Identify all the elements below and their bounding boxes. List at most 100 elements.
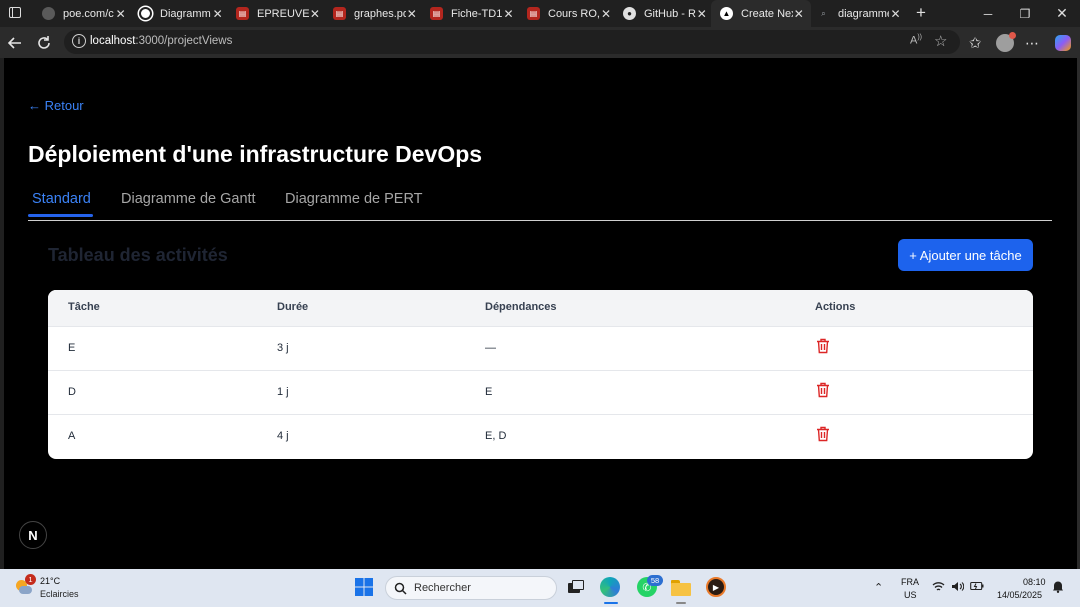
clock-time[interactable]: 08:10 — [1023, 577, 1046, 587]
dependencies-cell: E — [485, 386, 493, 398]
volume-icon[interactable] — [951, 581, 965, 595]
tab-title: poe.com/ch — [63, 7, 115, 20]
tab-title: EPREUVES — [257, 7, 309, 20]
nextjs-dev-badge[interactable]: N — [19, 521, 47, 549]
browser-tab[interactable]: ▤ Cours RO, p ✕ — [518, 2, 618, 25]
view-tabs: Standard Diagramme de Gantt Diagramme de… — [28, 178, 1052, 221]
tab-title: Cours RO, p — [548, 7, 600, 20]
add-task-button[interactable]: + Ajouter une tâche — [898, 239, 1033, 271]
browser-tab[interactable]: ▤ graphes.pdf ✕ — [324, 2, 424, 25]
site-info-icon[interactable]: i — [72, 34, 86, 48]
tab-close-icon[interactable]: ✕ — [793, 7, 805, 21]
activities-table: Tâche Durée Dépendances Actions E 3 j — … — [48, 290, 1033, 459]
tab-close-icon[interactable]: ✕ — [211, 7, 224, 21]
search-placeholder: Rechercher — [414, 582, 471, 594]
whatsapp-badge: 58 — [647, 575, 663, 586]
keyboard-layout[interactable]: US — [904, 590, 917, 600]
back-icon[interactable] — [4, 32, 26, 54]
clock-date[interactable]: 14/05/2025 — [997, 590, 1042, 600]
tab-title: Create Next — [741, 7, 793, 20]
browser-tab[interactable]: poe.com/ch ✕ — [33, 2, 133, 25]
browser-tab[interactable]: ▤ EPREUVES ✕ — [227, 2, 327, 25]
table-row: E 3 j — — [48, 326, 1033, 371]
refresh-icon[interactable] — [33, 32, 55, 54]
url-text[interactable]: localhost:3000/projectViews — [90, 35, 232, 47]
language-indicator[interactable]: FRA — [901, 577, 919, 587]
windows-taskbar: 1 21°C Eclaircies Rechercher ✆ ▶ ⌃ FRA U… — [0, 569, 1080, 607]
weather-badge: 1 — [25, 574, 36, 585]
tab-close-icon[interactable]: ✕ — [600, 7, 612, 21]
copilot-icon[interactable] — [1052, 32, 1074, 54]
battery-icon[interactable] — [970, 581, 984, 594]
search-icon — [394, 582, 407, 595]
task-cell: D — [68, 386, 76, 398]
start-windows-icon[interactable] — [354, 577, 376, 599]
tab-close-icon[interactable]: ✕ — [502, 7, 515, 21]
tab-pert[interactable]: Diagramme de PERT — [285, 191, 423, 207]
favorites-icon[interactable]: ✩ — [964, 32, 986, 54]
tab-actions-icon[interactable] — [9, 7, 21, 18]
task-cell: E — [68, 342, 76, 354]
delete-trash-icon[interactable] — [816, 382, 830, 398]
tab-close-icon[interactable]: ✕ — [406, 7, 418, 21]
active-tab-indicator — [28, 214, 93, 217]
wifi-icon[interactable] — [932, 581, 945, 595]
tab-close-icon[interactable]: ✕ — [114, 7, 127, 21]
tab-close-icon[interactable]: ✕ — [889, 7, 902, 21]
tab-title: GitHub - Re — [644, 7, 696, 20]
browser-tab-strip: poe.com/ch ✕ Diagramme ✕ ▤ EPREUVES ✕ ▤ … — [0, 0, 1080, 27]
file-explorer-icon[interactable] — [671, 577, 693, 604]
pdf-favicon-icon: ▤ — [527, 7, 540, 20]
duration-cell: 1 j — [277, 386, 289, 398]
taskbar-search[interactable]: Rechercher — [385, 576, 557, 600]
table-row: A 4 j E, D — [48, 414, 1033, 458]
more-menu-icon[interactable]: ⋯ — [1021, 32, 1043, 54]
next-favicon-icon: ▲ — [720, 7, 733, 20]
weather-condition: Eclaircies — [40, 589, 79, 599]
column-header-actions: Actions — [815, 301, 856, 313]
task-cell: A — [68, 430, 76, 442]
tab-gantt[interactable]: Diagramme de Gantt — [121, 191, 256, 207]
browser-tab[interactable]: Diagramme ✕ — [130, 2, 230, 25]
tab-favicon-icon — [139, 7, 152, 20]
tab-title: Diagramme — [160, 7, 212, 20]
pdf-favicon-icon: ▤ — [430, 7, 443, 20]
browser-toolbar: i localhost:3000/projectViews A)) ☆ ✩ ⋯ — [0, 27, 1080, 58]
browser-tab[interactable]: ▤ Fiche-TD1- ✕ — [421, 2, 521, 25]
minimize-button[interactable]: ─ — [970, 0, 1006, 27]
back-link[interactable]: ← Retour — [28, 98, 84, 113]
section-title: Tableau des activités — [48, 245, 228, 265]
table-header: Tâche Durée Dépendances Actions — [48, 290, 1033, 327]
tab-title: Fiche-TD1- — [451, 7, 503, 20]
profile-avatar-icon[interactable] — [994, 32, 1016, 54]
task-view-icon[interactable] — [565, 577, 587, 599]
read-aloud-icon[interactable]: A)) — [910, 34, 922, 47]
github-favicon-icon: ● — [623, 7, 636, 20]
page-title: Déploiement d'une infrastructure DevOps — [28, 141, 483, 167]
duration-cell: 3 j — [277, 342, 289, 354]
close-window-button[interactable]: ✕ — [1044, 0, 1080, 27]
browser-tab[interactable]: ● GitHub - Re ✕ — [614, 2, 714, 25]
tab-close-icon[interactable]: ✕ — [696, 7, 708, 21]
pdf-favicon-icon: ▤ — [236, 7, 249, 20]
show-hidden-icons[interactable]: ⌃ — [874, 581, 883, 594]
delete-trash-icon[interactable] — [816, 426, 830, 442]
browser-tab-active[interactable]: ▲ Create Next ✕ — [711, 0, 811, 27]
media-player-icon[interactable]: ▶ — [706, 577, 728, 599]
new-tab-button[interactable]: + — [910, 2, 932, 24]
page-viewport: ← Retour Déploiement d'une infrastructur… — [4, 58, 1077, 569]
address-bar[interactable]: i localhost:3000/projectViews A)) ☆ — [64, 30, 960, 54]
notifications-bell-icon[interactable] — [1052, 580, 1064, 596]
pdf-favicon-icon: ▤ — [333, 7, 346, 20]
tab-standard[interactable]: Standard — [32, 191, 91, 207]
tab-title: graphes.pdf — [354, 7, 406, 20]
restore-button[interactable]: ❐ — [1007, 0, 1043, 27]
favorite-star-icon[interactable]: ☆ — [934, 32, 947, 50]
browser-tab[interactable]: ⌕ diagramme ✕ — [808, 2, 908, 25]
table-row: D 1 j E — [48, 370, 1033, 415]
column-header-duration: Durée — [277, 301, 309, 313]
delete-trash-icon[interactable] — [816, 338, 830, 354]
duration-cell: 4 j — [277, 430, 289, 442]
tab-close-icon[interactable]: ✕ — [309, 7, 321, 21]
edge-browser-icon[interactable] — [600, 577, 622, 604]
